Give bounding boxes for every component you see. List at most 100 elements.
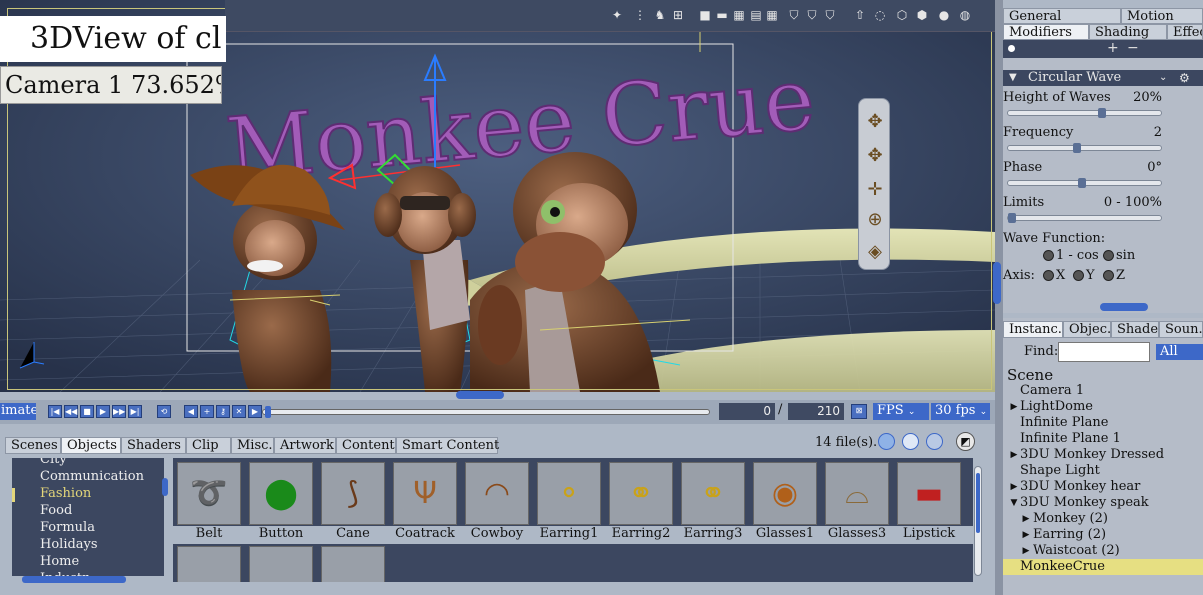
- axis-option-z[interactable]: Z: [1103, 268, 1125, 283]
- slider-frequency[interactable]: [1007, 143, 1162, 153]
- key-icon[interactable]: ⚷: [216, 405, 230, 418]
- camera-cube-icon[interactable]: ◈: [864, 241, 886, 263]
- animals-icon[interactable]: ♞: [653, 8, 667, 22]
- category-item[interactable]: Holidays: [40, 537, 98, 552]
- thumbnail-cowboy[interactable]: ◠: [465, 462, 529, 525]
- slider-knob[interactable]: [1097, 108, 1106, 118]
- library-tab-objects[interactable]: Objects: [61, 437, 121, 454]
- time-unit-select[interactable]: FPS ⌄: [873, 403, 929, 420]
- camera-move-icon[interactable]: ✥: [864, 145, 886, 167]
- timeline-scrubber[interactable]: [262, 406, 710, 418]
- split-view-icon[interactable]: ▬: [715, 8, 729, 22]
- goto-start-icon[interactable]: |◀: [48, 405, 62, 418]
- slider-limits[interactable]: [1007, 213, 1162, 223]
- tree-item[interactable]: ▶ 3DU Monkey Dressed: [1003, 447, 1203, 463]
- collapsed-arrow-icon[interactable]: ▶: [1021, 527, 1031, 543]
- modifier-gear-icon[interactable]: ⚙: [1179, 70, 1190, 86]
- thumbnail-earring2[interactable]: ⚭: [609, 462, 673, 525]
- library-tab-shaders[interactable]: Shaders: [121, 437, 186, 454]
- tab-instances[interactable]: Instanc.: [1003, 321, 1063, 338]
- collapsed-arrow-icon[interactable]: ▶: [1009, 399, 1019, 415]
- camera-pan-icon[interactable]: ⊕: [864, 209, 886, 231]
- expanded-arrow-icon[interactable]: ▼: [1009, 495, 1019, 511]
- wireframe-cube-icon[interactable]: ⬡: [895, 8, 909, 22]
- thumbnail-coatrack[interactable]: Ψ: [393, 462, 457, 525]
- filter-select[interactable]: All: [1156, 344, 1203, 360]
- modifier-options-icon[interactable]: ⌄: [1159, 70, 1167, 86]
- thumbnail-cane[interactable]: ⟆: [321, 462, 385, 525]
- category-item[interactable]: Home: [40, 554, 79, 569]
- move-up-icon[interactable]: ⇧: [853, 8, 867, 22]
- play-icon[interactable]: ▶: [96, 405, 110, 418]
- tab-general[interactable]: General: [1003, 8, 1121, 24]
- slider-knob[interactable]: [1077, 178, 1086, 188]
- collapse-arrow-icon[interactable]: ▼: [1009, 70, 1017, 86]
- collapsed-arrow-icon[interactable]: ▶: [1021, 511, 1031, 527]
- prev-key-icon[interactable]: ◀: [184, 405, 198, 418]
- tab-shaders[interactable]: Shade.: [1111, 321, 1159, 338]
- single-view-icon[interactable]: ■: [698, 8, 712, 22]
- time-options-icon[interactable]: ⊠: [851, 404, 867, 419]
- stop-icon[interactable]: ■: [80, 405, 94, 418]
- library-tab-misc[interactable]: Misc.: [231, 437, 274, 454]
- tab-motion[interactable]: Motion: [1121, 8, 1203, 24]
- remove-modifier-icon[interactable]: −: [1127, 40, 1139, 56]
- splitter-handle[interactable]: [993, 262, 1001, 304]
- lights-icon[interactable]: ✦: [610, 8, 624, 22]
- tree-item[interactable]: ▶ Earring (2): [1003, 527, 1203, 543]
- scrubber-knob[interactable]: [265, 406, 271, 418]
- tree-item[interactable]: ▶ LightDome: [1003, 399, 1203, 415]
- wave-option-sin[interactable]: sin: [1103, 248, 1135, 263]
- category-item[interactable]: Fashion: [40, 486, 91, 501]
- sphere-shaded-icon[interactable]: ●: [937, 8, 951, 22]
- thumbnail-partial[interactable]: [321, 546, 385, 582]
- view-icon-medium[interactable]: [902, 433, 919, 450]
- tree-item[interactable]: ▼ 3DU Monkey speak: [1003, 495, 1203, 511]
- solid-cube-icon[interactable]: ⬢: [915, 8, 929, 22]
- tab-effects[interactable]: Effec: [1167, 24, 1203, 40]
- rewind-icon[interactable]: ◀◀: [64, 405, 78, 418]
- tab-modifiers[interactable]: Modifiers: [1003, 24, 1089, 40]
- category-item[interactable]: Food: [40, 503, 72, 518]
- bounding-icon[interactable]: ◌: [873, 8, 887, 22]
- thumbnail-partial[interactable]: [177, 546, 241, 582]
- tree-item[interactable]: ▶ Waistcoat (2): [1003, 543, 1203, 559]
- thumbnail-glasses3[interactable]: ⌓: [825, 462, 889, 525]
- tree-item[interactable]: Infinite Plane 1: [1003, 431, 1203, 447]
- slider-knob[interactable]: [1073, 143, 1082, 153]
- wave-option-cos[interactable]: 1 - cos: [1043, 248, 1099, 263]
- add-key-icon[interactable]: +: [200, 405, 214, 418]
- library-scroll-thumb[interactable]: [976, 473, 980, 533]
- goto-end-icon[interactable]: ▶|: [128, 405, 142, 418]
- tab-shading[interactable]: Shading: [1089, 24, 1167, 40]
- library-tab-smart-content[interactable]: Smart Content: [396, 437, 499, 454]
- shield-view-icon[interactable]: ⛉: [787, 8, 801, 22]
- scene-tree-icon[interactable]: ⋮: [633, 8, 647, 22]
- tree-item[interactable]: ▶ 3DU Monkey hear: [1003, 479, 1203, 495]
- next-key-icon[interactable]: ▶: [248, 405, 262, 418]
- tree-item[interactable]: Shape Light: [1003, 463, 1203, 479]
- scene-root[interactable]: Scene: [1007, 366, 1053, 384]
- library-tab-artwork[interactable]: Artwork: [274, 437, 336, 454]
- library-tab-content[interactable]: Content: [336, 437, 396, 454]
- thumbnail-earring3[interactable]: ⚭: [681, 462, 745, 525]
- tree-item[interactable]: ▶ Monkey (2): [1003, 511, 1203, 527]
- camera-rotate-icon[interactable]: ✥: [864, 111, 886, 133]
- view-icon-list[interactable]: [926, 433, 943, 450]
- category-item[interactable]: Communication: [40, 469, 144, 484]
- library-options-icon[interactable]: ◩: [956, 432, 975, 451]
- fps-select[interactable]: 30 fps ⌄: [931, 403, 990, 420]
- collapsed-arrow-icon[interactable]: ▶: [1021, 543, 1031, 559]
- collapsed-arrow-icon[interactable]: ▶: [1009, 447, 1019, 463]
- grid-toggle-icon[interactable]: ⊞: [671, 8, 685, 22]
- thumbnail-earring1[interactable]: ⚬: [537, 462, 601, 525]
- axis-option-y[interactable]: Y: [1073, 268, 1095, 283]
- library-scrollbar[interactable]: [974, 466, 982, 576]
- fast-forward-icon[interactable]: ▶▶: [112, 405, 126, 418]
- library-tab-clip[interactable]: Clip: [186, 437, 231, 454]
- current-frame-field[interactable]: 0: [719, 403, 775, 420]
- slider-phase[interactable]: [1007, 178, 1162, 188]
- thumbnail-lipstick[interactable]: ▬: [897, 462, 961, 525]
- four-view-icon[interactable]: ▦: [765, 8, 779, 22]
- delete-key-icon[interactable]: ✕: [232, 405, 246, 418]
